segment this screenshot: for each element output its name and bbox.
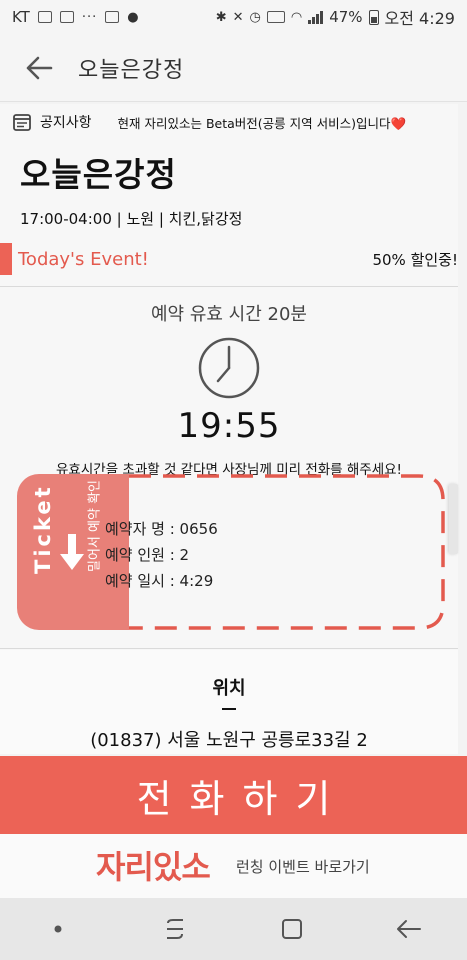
app-icon [105,11,120,23]
back-arrow-icon [396,920,421,938]
ticket-word: Ticket [31,484,55,574]
recent-apps-icon [167,919,184,939]
status-bar: KT ··· ● ✱ ✕ ◷ ◠ 47% 오전 4:29 [0,0,467,34]
clock-time: 오전 4:29 [384,9,455,28]
event-marker [0,243,12,275]
store-name: 오늘은강정 [20,155,177,194]
message-icon [59,11,74,23]
location-section: 위치 (01837) 서울 노원구 공릉로33길 2 [0,650,458,754]
system-back-button[interactable] [379,909,439,949]
recent-apps-button[interactable] [145,909,205,949]
arrow-left-icon [26,56,53,79]
back-button[interactable] [0,34,78,102]
mute-icon: ✕ [232,9,244,25]
location-underline [222,708,236,710]
notice-label: 공지사항 [40,115,92,131]
countdown-timer: 19:55 [177,406,281,446]
reservation-time: 예약 일시 : 4:29 [105,572,214,590]
store-detail: 공지사항 현재 자리있소는 Beta버전(공릉 지역 서비스)입니다❤️ 오늘은… [0,104,458,754]
event-bar: Today's Event! 50% 할인중! [0,242,458,276]
expiry-label: 예약 유효 시간 20분 [151,304,307,325]
reserver-name: 예약자 명 : 0656 [105,520,218,538]
brand-logo-text: 자리있소 [96,848,210,886]
event-title: Today's Event! [18,248,149,270]
ticket-info: 예약자 명 : 0656 예약 인원 : 2 예약 일시 : 4:29 [105,516,218,594]
notice-bar[interactable]: 공지사항 현재 자리있소는 Beta버전(공릉 지역 서비스)입니다❤️ [0,104,458,140]
brand-logo[interactable]: 자리있소 [96,846,220,886]
notice-text: 현재 자리있소는 Beta버전(공릉 지역 서비스)입니다❤️ [117,115,407,131]
divider [0,286,458,287]
wifi-icon: ◠ [290,9,303,25]
event-discount: 50% 할인중! [372,250,458,269]
location-title: 위치 [212,678,246,699]
system-nav-bar [0,898,467,960]
reservation-ticket[interactable]: Ticket 밀어서 예약 확인 예약자 명 : 0656 예약 인원 : 2 … [17,474,445,630]
alarm-icon: ◷ [249,9,261,25]
dot-icon [54,925,62,933]
location-address: (01837) 서울 노원구 공릉로33길 2 [90,730,368,751]
swipe-hint: 밀어서 예약 확인 [87,480,103,572]
bluetooth-icon: ✱ [215,9,227,25]
signal-icon [308,10,324,24]
more-notifications-icon: ··· [81,9,98,25]
hd-icon [266,11,285,23]
divider [0,648,458,649]
notice-icon [13,114,31,131]
clock-icon [198,337,260,399]
battery-percent: 47% [329,8,363,26]
location-icon: ● [127,9,139,25]
party-size: 예약 인원 : 2 [105,546,190,564]
reservation-timer: 예약 유효 시간 20분 19:55 유효시간을 초과할 것 같다면 사장님께 … [0,300,458,478]
arrow-right-icon [60,534,84,570]
gallery-icon [37,11,52,23]
nav-dot-button[interactable] [28,909,88,949]
home-icon [281,919,302,939]
battery-icon [368,9,379,25]
scrollbar[interactable] [449,484,458,554]
page-title: 오늘은강정 [78,57,185,83]
footer: 자리있소 런칭 이벤트 바로가기 [0,834,467,898]
call-button[interactable]: 전화하기 [0,756,467,834]
carrier-label: KT [12,8,30,26]
launch-event-link[interactable]: 런칭 이벤트 바로가기 [236,856,370,877]
home-button[interactable] [262,909,322,949]
store-info: 17:00-04:00 | 노원 | 치킨,닭강정 [20,210,243,228]
app-bar: 오늘은강정 [0,34,467,102]
